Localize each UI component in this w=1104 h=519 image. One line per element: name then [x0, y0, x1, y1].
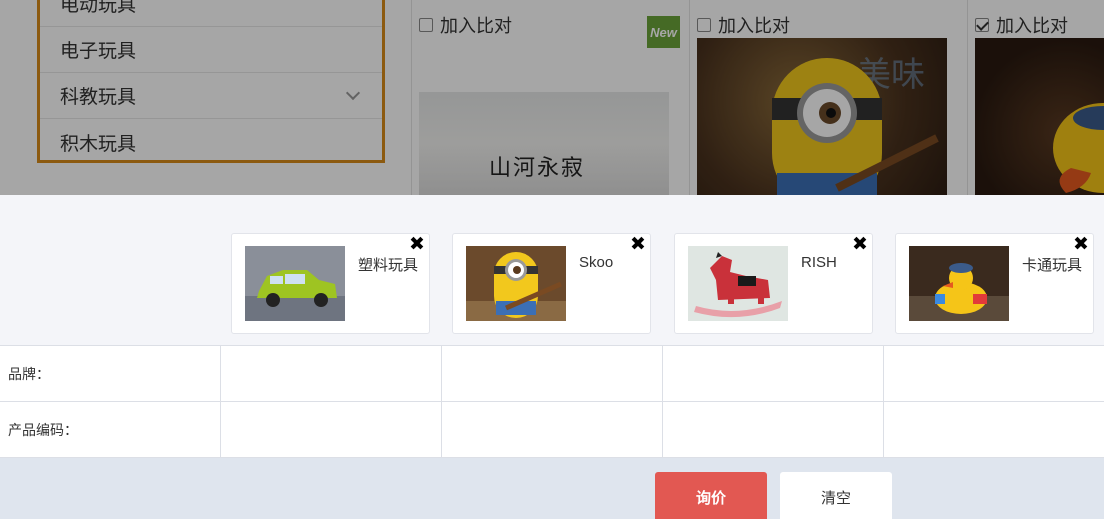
close-icon[interactable]: ✖: [629, 235, 647, 254]
compare-item-name: 卡通玩具: [1022, 257, 1083, 274]
compare-item-card: 卡通玩具 ✖: [895, 233, 1094, 334]
table-cell: [221, 346, 442, 401]
inquiry-button[interactable]: 询价: [655, 472, 767, 519]
compare-table: 品牌： 产品编码：: [0, 345, 1104, 458]
compare-item-image: [245, 246, 345, 321]
compare-item-image: [909, 246, 1009, 321]
green-toy-car-image: [245, 246, 345, 321]
compare-item-image: [688, 246, 788, 321]
table-row: 品牌：: [0, 346, 1104, 402]
compare-item-name: 塑料玩具: [358, 257, 419, 274]
compare-item-card: Skoo ✖: [452, 233, 651, 334]
table-cell: [884, 346, 1104, 401]
compare-item-card: 塑料玩具 ✖: [231, 233, 430, 334]
table-cell: [442, 346, 663, 401]
clear-button[interactable]: 清空: [780, 472, 892, 519]
table-cell: [663, 346, 884, 401]
compare-item-name: Skoo: [579, 254, 614, 271]
rubber-duck-image: [909, 246, 1009, 321]
table-row: 产品编码：: [0, 402, 1104, 458]
compare-panel: 塑料玩具 ✖ Skoo ✖ RISH ✖ 卡通玩具 ✖ 品牌： 产品编码： 询价…: [0, 195, 1104, 519]
compare-item-name: RISH: [801, 254, 837, 271]
compare-footer: 询价 清空: [0, 458, 1104, 519]
table-cell: [442, 402, 663, 457]
table-cell: [663, 402, 884, 457]
table-cell: [221, 402, 442, 457]
compare-item-image: [466, 246, 566, 321]
minion-guitar-image: [466, 246, 566, 321]
close-icon[interactable]: ✖: [1072, 235, 1090, 254]
table-cell: [884, 402, 1104, 457]
rocking-horse-image: [688, 246, 788, 321]
close-icon[interactable]: ✖: [408, 235, 426, 254]
compare-item-card: RISH ✖: [674, 233, 873, 334]
row-label: 品牌：: [0, 346, 221, 401]
close-icon[interactable]: ✖: [851, 235, 869, 254]
row-label: 产品编码：: [0, 402, 221, 457]
modal-backdrop[interactable]: [0, 0, 1104, 195]
